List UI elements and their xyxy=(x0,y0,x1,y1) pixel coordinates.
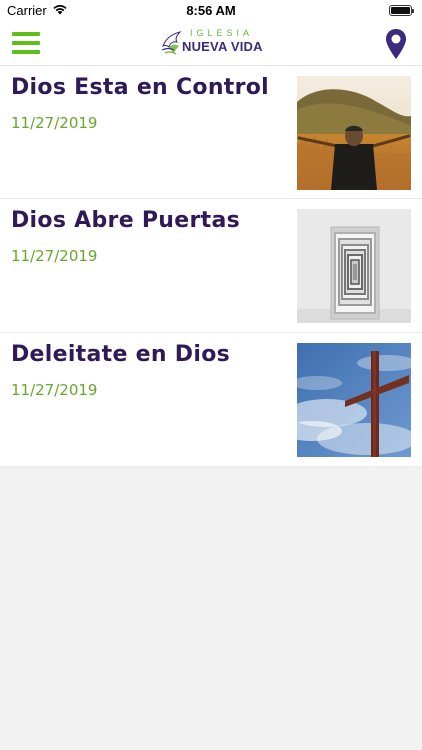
sermon-date: 11/27/2019 xyxy=(11,247,98,265)
sermon-title: Dios Esta en Control xyxy=(11,75,270,100)
sermon-title: Dios Abre Puertas xyxy=(11,208,240,233)
sermon-date: 11/27/2019 xyxy=(11,381,98,399)
logo-main-text: NUEVA VIDA xyxy=(182,39,263,54)
status-time: 8:56 AM xyxy=(186,3,236,18)
logo-top-text: IGLESIA xyxy=(190,28,254,38)
sermon-item[interactable]: Dios Abre Puertas 11/27/2019 xyxy=(0,199,422,333)
nav-bar: IGLESIA NUEVA VIDA xyxy=(0,22,422,66)
sermon-list: Dios Esta en Control 11/27/2019 Dios Abr… xyxy=(0,66,422,467)
church-logo: IGLESIA NUEVA VIDA xyxy=(160,26,264,62)
map-pin-icon[interactable] xyxy=(385,28,407,60)
battery-icon xyxy=(389,5,414,16)
status-bar: Carrier 8:56 AM xyxy=(0,0,422,22)
sermon-title: Deleitate en Dios xyxy=(11,342,230,367)
sermon-thumbnail xyxy=(297,76,411,190)
empty-list-area xyxy=(0,468,422,750)
battery-fill xyxy=(391,7,410,14)
man-arms-raised-image xyxy=(297,76,411,190)
sermon-thumbnail xyxy=(297,209,411,323)
sermon-item[interactable]: Dios Esta en Control 11/27/2019 xyxy=(0,66,422,199)
sermon-item[interactable]: Deleitate en Dios 11/27/2019 xyxy=(0,333,422,467)
cross-against-sky-image xyxy=(297,343,411,457)
nested-doorways-image xyxy=(297,209,411,323)
app-screen: Carrier 8:56 AM IGLESIA NUEVA VIDA Dios … xyxy=(0,0,422,750)
sermon-date: 11/27/2019 xyxy=(11,114,98,132)
hamburger-menu-icon[interactable] xyxy=(12,32,40,54)
sermon-thumbnail xyxy=(297,343,411,457)
